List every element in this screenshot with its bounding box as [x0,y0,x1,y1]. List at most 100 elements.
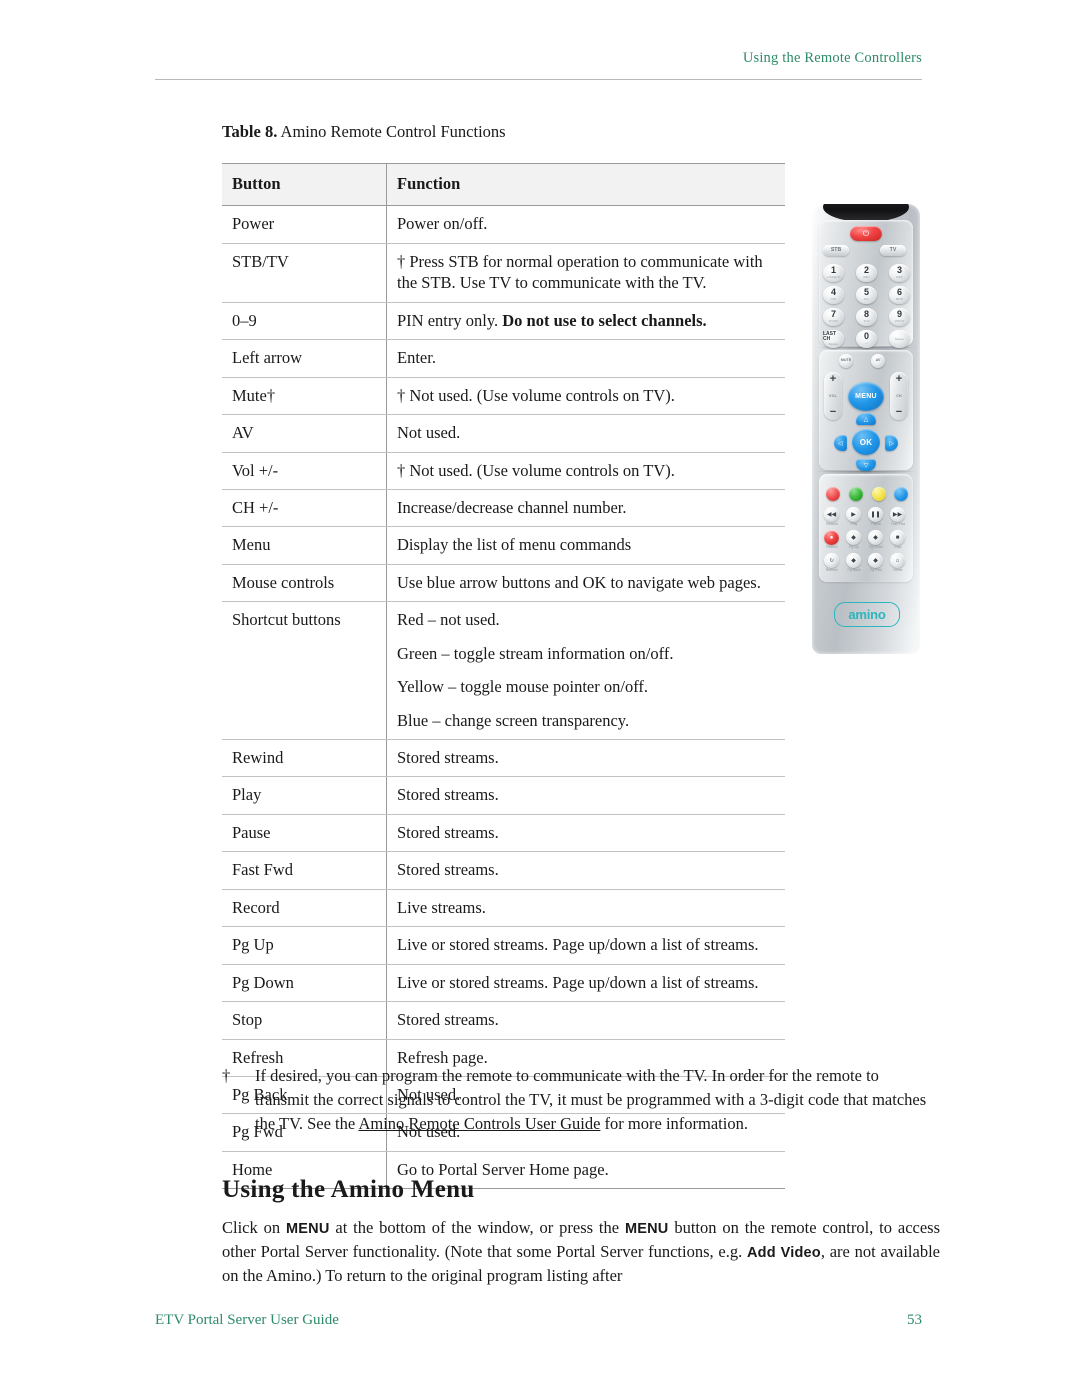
footnote-link[interactable]: Amino Remote Controls User Guide [358,1114,600,1133]
header-rule [155,79,922,80]
add-video-label: Add Video [746,1244,821,1261]
cell-button: 0–9 [222,302,387,341]
keypad-key-1-icon: 1 +*&#@!% [823,264,844,282]
cell-button: Vol +/- [222,452,387,490]
cell-button: Pg Down [222,964,387,1003]
cell-function-line: † Not used. (Use volume controls on TV). [397,385,675,405]
green-shortcut-icon [849,487,863,501]
rewind-button-icon: ◀◀ [824,507,839,522]
play-button-icon: ▶ [846,507,861,522]
cell-button: STB/TV [222,243,387,303]
cell-function-line: Stored streams. [397,1010,499,1030]
cell-function: Stored streams. [386,851,785,890]
keypad-digit: 0 [863,331,869,342]
amino-brand-logo: amino [834,602,900,627]
channel-rocker-label: CH [896,394,902,398]
cell-function-line: Live or stored streams. Page up/down a l… [397,972,759,992]
table-row: Play Stored streams. [222,776,785,815]
refresh-button-icon: ↻ [824,553,839,568]
table-row: Pause Stored streams. [222,814,785,853]
table-row: Mouse controls Use blue arrow buttons and… [222,564,785,603]
cell-function-line: † Press STB for normal operation to comm… [397,251,763,293]
transport-button-label: Home [893,568,903,572]
arrow-down-icon: ▽ [856,459,876,471]
keypad-digit: 7 [830,309,836,320]
keypad-sublabel: — [864,341,869,346]
table-caption-text: Amino Remote Control Functions [280,122,506,141]
cell-button: Pg Up [222,926,387,965]
av-button-icon: AV [871,354,885,368]
keypad-sublabel: +*&#@!% [826,275,841,280]
transport-button-label: Stop [894,545,902,549]
table-row: Pg Up Live or stored streams. Page up/dow… [222,926,785,965]
cell-function: Live or stored streams. Page up/down a l… [386,926,785,965]
column-header-function: Function [386,162,785,207]
channel-plus-icon: + [895,373,903,385]
keypad-sublabel: DEF [896,275,903,280]
table-row: Fast Fwd Stored streams. [222,851,785,890]
cell-button: Left arrow [222,339,387,378]
footnote-marker: † [222,1066,231,1085]
table-row: Shortcut buttons Red – not used. Green – t… [222,601,785,740]
pg-up-button-icon: ◆ [846,530,861,545]
table-row: Mute† † Not used. (Use volume controls on… [222,377,785,416]
cell-function: Not used. [386,414,785,453]
transport-button-label: Pg Back [847,568,861,572]
table-row: CH +/- Increase/decrease channel number. [222,489,785,528]
paragraph-part1: Click on [222,1218,286,1237]
cell-button: Record [222,889,387,928]
cell-function: Red – not used. Green – toggle stream inf… [386,601,785,740]
cell-button: AV [222,414,387,453]
cell-function-line: Green – toggle stream information on/off… [397,643,674,663]
cell-function: Display the list of menu commands [386,526,785,565]
cell-function: Stored streams. [386,1001,785,1040]
cell-button: Pause [222,814,387,853]
keypad-sublabel: WXYZ [894,319,905,324]
cell-function: † Press STB for normal operation to comm… [386,243,785,303]
cell-function: Enter. [386,339,785,378]
section-heading: Using the Amino Menu [222,1176,475,1203]
arrow-right-icon: ▷ [885,435,898,451]
keypad-digit: 3 [896,265,902,276]
volume-plus-icon: + [829,373,837,385]
table-row: Menu Display the list of menu commands [222,526,785,565]
power-button-icon: ⏻ [850,226,882,241]
table-row: Left arrow Enter. [222,339,785,378]
keypad-digit: 5 [863,287,869,298]
keypad-digit: 1 [830,265,836,276]
cell-function-line: Stored streams. [397,822,499,842]
paragraph-part2: at the bottom of the window, or press th… [329,1218,625,1237]
cell-function: † Not used. (Use volume controls on TV). [386,452,785,490]
transport-button-label: Pg Up [849,545,859,549]
menu-button-icon: MENU [848,382,884,411]
transport-button-label: Record [826,545,838,549]
keypad-digit: 4 [830,287,836,298]
transport-button-label: Pg Fwd [870,568,882,572]
keypad-key-4-icon: 4 GHI [823,286,844,304]
keypad-key-3-icon: 3 DEF [889,264,910,282]
cell-function: Stored streams. [386,739,785,778]
cell-function: Stored streams. [386,776,785,815]
keypad-key-5-icon: 5 JKL [856,286,877,304]
cell-function-line: Live or stored streams. Page up/down a l… [397,935,759,955]
yellow-shortcut-icon [872,487,886,501]
keypad-key-0-icon: 0— [856,330,877,348]
keypad-key-6-icon: 6 MNO [889,286,910,304]
table-row: Record Live streams. [222,889,785,928]
cell-function-line: Enter. [397,348,436,368]
directional-pad-icon: △ ◁ OK ▷ ▽ [834,413,898,471]
keypad-digit: LAST CH [823,330,837,342]
shortcut-color-buttons [826,487,908,501]
volume-rocker-label: VOL [829,394,837,398]
keypad-sublabel: GHI [830,297,837,302]
footnote-body: If desired, you can program the remote t… [255,1064,934,1135]
cell-function-line: Stored streams. [397,860,499,880]
cell-button: Mute† [222,377,387,416]
keypad-sublabel: JKL [863,297,870,302]
cell-function-line: Yellow – toggle mouse pointer on/off. [397,677,649,697]
cell-button: Mouse controls [222,564,387,603]
transport-button-grid: ◀◀ Rewind ▶ Play ❚❚ Pause ▶▶ Fast Fwd ● Record ◆ Pg… [824,507,910,577]
cell-function: † Not used. (Use volume controls on TV). [386,377,785,416]
table-row: Pg Down Live or stored streams. Page up/d… [222,964,785,1003]
cell-button: CH +/- [222,489,387,528]
